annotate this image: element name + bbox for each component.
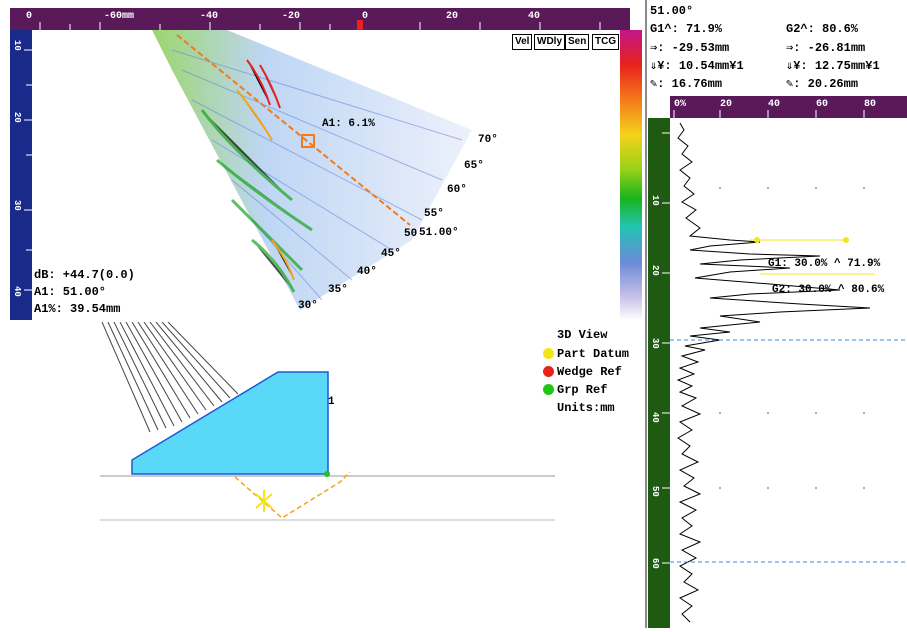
angle-label-50: 50 <box>404 228 418 240</box>
focus-marker <box>255 490 273 512</box>
g2-amplitude: G2^: 80.6% <box>786 22 859 36</box>
color-palette-bar[interactable] <box>620 30 642 320</box>
gate1-start-marker <box>754 237 760 243</box>
ascan-top-tick-1: 20 <box>720 99 733 110</box>
top-tick-6: 40 <box>528 11 541 22</box>
wedge-ref-dot <box>543 366 554 377</box>
left-tick-0: 10 <box>12 40 22 51</box>
ascan-angle: 51.00° <box>650 4 694 18</box>
ascan-top-tick-2: 40 <box>768 99 781 110</box>
left-tick-3: 40 <box>12 286 22 297</box>
legend-grp-ref: Grp Ref <box>557 383 608 397</box>
a1-angle-readout: A1: 51.00° <box>34 285 107 299</box>
gate1-peak-marker <box>843 237 849 243</box>
angle-label-70: 70° <box>478 134 498 146</box>
g2-position: ⇒: -26.81mm <box>786 41 866 55</box>
angle-label-65: 65° <box>464 160 484 172</box>
top-tick-1: -60mm <box>104 11 135 22</box>
g1-position: ⇒: -29.53mm <box>650 41 730 55</box>
gate1-label: G1: 30.0% ^ 71.9% <box>768 258 881 270</box>
grp-ref-dot <box>543 384 554 395</box>
top-tick-0: 0 <box>26 11 33 22</box>
ascan-top-tick-4: 80 <box>864 99 877 110</box>
left-tick-2: 30 <box>12 200 22 211</box>
ascan-view[interactable] <box>670 118 907 628</box>
angle-label-45: 45° <box>381 248 401 260</box>
wedge-shape <box>131 371 329 475</box>
ascan-top-tick-3: 60 <box>816 99 829 110</box>
top-tick-3: -20 <box>282 11 301 22</box>
g1-soundpath: ✎: 16.76mm <box>650 77 723 91</box>
ascan-left-tick-3: 40 <box>650 412 660 423</box>
g2-depth: ⇓¥: 12.75mm¥1 <box>786 59 880 73</box>
ascan-top-tick-0: 0% <box>674 99 687 110</box>
a1-cursor-label: A1: 6.1% <box>322 118 375 130</box>
wdly-button[interactable]: WDly <box>534 34 565 50</box>
legend-units: Units:mm <box>557 401 615 415</box>
ascan-left-tick-0: 10 <box>650 195 660 206</box>
gate2-label: G2: 30.0% ^ 80.6% <box>772 284 885 296</box>
group-ref-marker <box>324 471 330 477</box>
angle-label-35: 35° <box>328 284 348 296</box>
top-tick-5: 20 <box>446 11 459 22</box>
angle-label-60: 60° <box>447 184 467 196</box>
wedge-label: 1 <box>328 396 335 408</box>
left-tick-1: 20 <box>12 112 22 123</box>
ascan-trace-plot <box>670 122 907 623</box>
ascan-left-tick-5: 60 <box>650 558 660 569</box>
ascan-left-tick-2: 30 <box>650 338 660 349</box>
view3d-title: 3D View <box>557 328 608 342</box>
g1-amplitude: G1^: 71.9% <box>650 22 723 36</box>
angle-label-30: 30° <box>298 300 318 312</box>
panel-divider[interactable] <box>645 0 647 628</box>
legend-part-datum: Part Datum <box>557 347 630 361</box>
angle-label-current: 51.00° <box>419 227 459 239</box>
beam-path <box>234 471 351 519</box>
ascan-left-tick-4: 50 <box>650 486 660 497</box>
g2-soundpath: ✎: 20.26mm <box>786 77 859 91</box>
top-tick-4: 0 <box>362 11 369 22</box>
sscan-left-ruler[interactable] <box>10 30 32 320</box>
top-tick-2: -40 <box>200 11 219 22</box>
tcg-button[interactable]: TCG <box>592 34 620 50</box>
sen-button[interactable]: Sen <box>565 34 590 50</box>
angle-label-40: 40° <box>357 266 377 278</box>
legend-wedge-ref: Wedge Ref <box>557 365 622 379</box>
vel-button[interactable]: Vel <box>512 34 533 50</box>
part-datum-dot <box>543 348 554 359</box>
db-readout: dB: +44.7(0.0) <box>34 268 135 282</box>
angle-label-55: 55° <box>424 208 444 220</box>
a1-depth-readout: A1%: 39.54mm <box>34 302 121 316</box>
ascan-left-tick-1: 20 <box>650 265 660 276</box>
g1-depth: ⇓¥: 10.54mm¥1 <box>650 59 744 73</box>
sscan-left-ruler-ticks <box>24 49 32 291</box>
